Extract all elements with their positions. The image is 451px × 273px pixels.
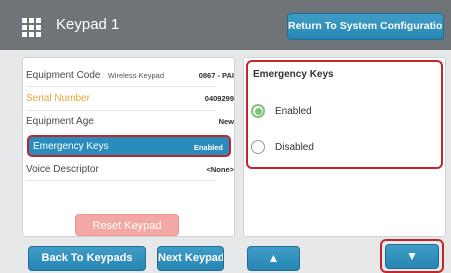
up-arrow-icon: ▲ [267, 251, 280, 265]
equipment-code-label: Equipment Code [26, 70, 101, 81]
serial-number-label: Serial Number [26, 93, 90, 104]
equipment-age-value: New [218, 117, 234, 126]
disabled-radio-label[interactable]: Disabled [275, 142, 314, 153]
back-to-keypads-button[interactable]: Back To Keypads [28, 246, 146, 271]
divider [26, 110, 216, 111]
serial-number-value: 0409299 [204, 94, 234, 103]
scroll-down-button[interactable]: ▼ [385, 244, 439, 269]
divider [26, 86, 216, 87]
enabled-radio[interactable] [251, 104, 265, 118]
voice-descriptor-value: <None> [206, 165, 234, 174]
emergency-keys-label: Emergency Keys [33, 141, 109, 152]
scroll-up-button[interactable]: ▲ [247, 246, 300, 271]
enabled-radio-label[interactable]: Enabled [275, 106, 312, 117]
voice-descriptor-row[interactable]: Voice Descriptor <None> [22, 160, 240, 180]
keypad-grid-icon [22, 18, 41, 37]
down-arrow-icon: ▼ [406, 249, 418, 263]
serial-number-row: Serial Number 0409299 [22, 89, 240, 109]
next-keypad-button[interactable]: Next Keypad [157, 246, 224, 271]
reset-keypad-button[interactable]: Reset Keypad [75, 214, 179, 236]
equipment-age-label: Equipment Age [26, 116, 94, 127]
equipment-code-type: Wireless Keypad [107, 71, 164, 80]
divider [26, 180, 216, 181]
voice-descriptor-label: Voice Descriptor [26, 164, 99, 175]
equipment-code-value: 0867 - PAI [198, 71, 234, 80]
emergency-keys-value: Enabled [193, 143, 223, 152]
disabled-radio[interactable] [251, 140, 265, 154]
emergency-keys-title: Emergency Keys [253, 69, 334, 80]
equipment-age-row: Equipment Age New [22, 112, 240, 132]
emergency-keys-row[interactable]: Emergency Keys Enabled [27, 135, 231, 157]
page-title: Keypad 1 [56, 16, 120, 33]
equipment-code-row: Equipment Code Wireless Keypad 0867 - PA… [22, 66, 240, 86]
return-to-system-configuration-button[interactable]: Return To System Configuration [287, 13, 444, 40]
